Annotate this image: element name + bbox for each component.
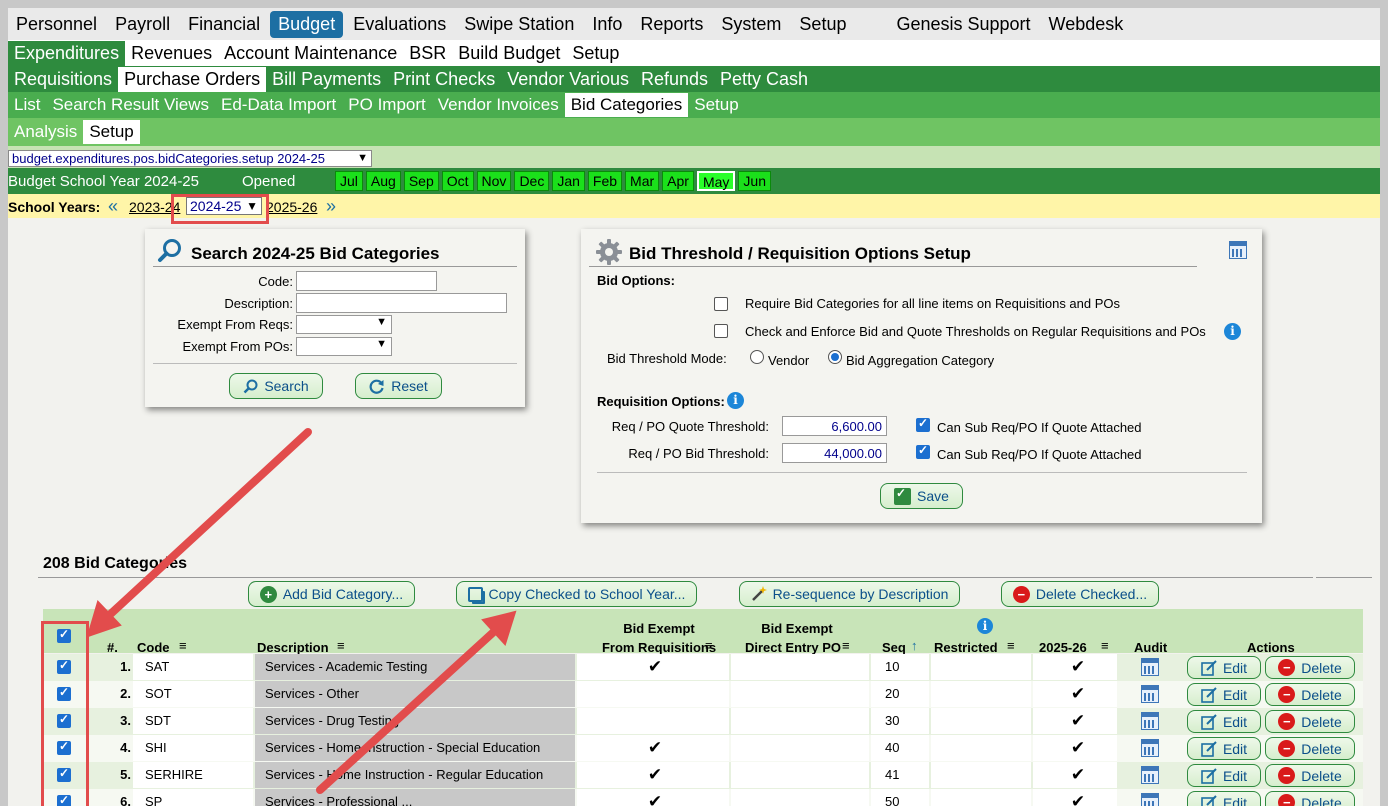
annotation-arrows	[86, 428, 517, 794]
app-frame: Personnel Payroll Financial Budget Evalu…	[8, 8, 1380, 806]
